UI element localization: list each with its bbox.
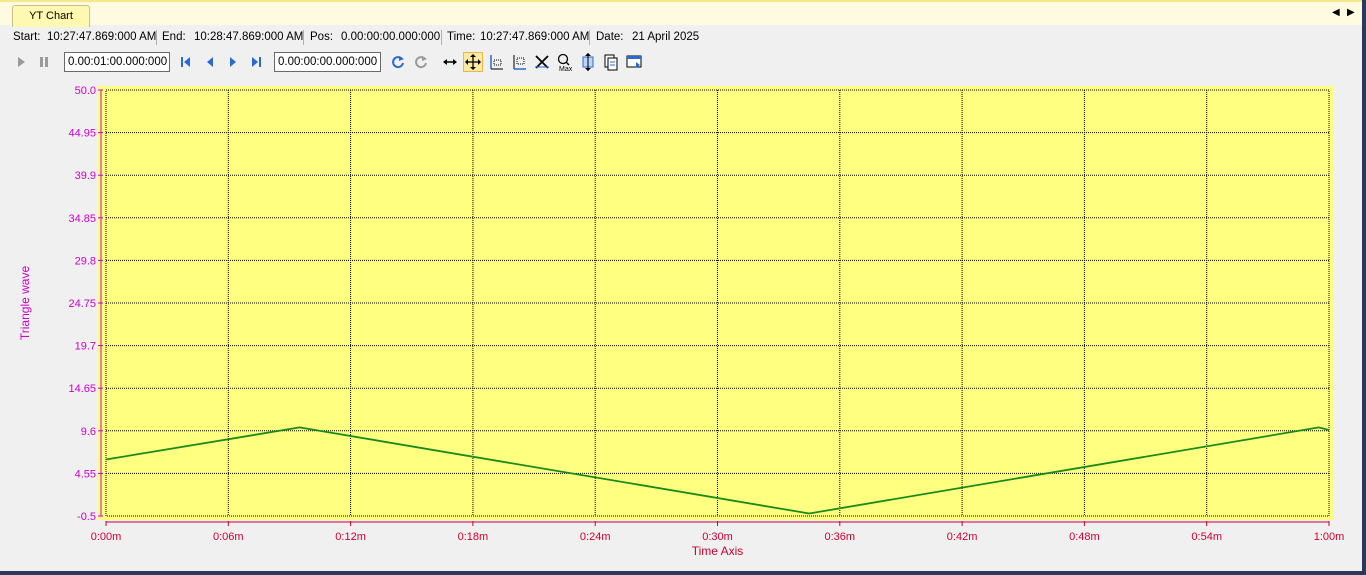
move-icon[interactable] <box>463 52 483 72</box>
x-axis-label: Time Axis <box>692 544 744 558</box>
x-tick-label: 0:48m <box>1069 531 1100 543</box>
x-tick-label: 0:36m <box>825 531 856 543</box>
x-tick-label: 0:18m <box>458 531 489 543</box>
display-width-input[interactable]: 0.00:01:00.000:000 <box>64 52 170 72</box>
pause-icon[interactable] <box>34 52 54 72</box>
time-label: Time: <box>447 31 476 43</box>
y-tick-label: 19.7 <box>75 341 96 353</box>
pan-icon[interactable] <box>440 52 460 72</box>
pos-value: 0.00:00:00.000:000 <box>341 31 441 43</box>
info-bar: Start: 10:27:47.869:000 AM End: 10:28:47… <box>0 26 1362 48</box>
zoom-max-icon[interactable]: Max <box>555 52 575 72</box>
last-icon[interactable] <box>246 52 266 72</box>
end-value: 10:28:47.869:000 AM <box>194 31 304 43</box>
x-tick-label: 0:30m <box>702 531 733 543</box>
time-value: 10:27:47.869:000 AM <box>480 31 590 43</box>
x-tick-label: 0:42m <box>947 531 978 543</box>
x-axis: 0:00m 0:06m 0:12m 0:18m 0:24m 0:30m 0:36m 0:42m… <box>91 521 1345 543</box>
reset-icon[interactable] <box>388 52 408 72</box>
zoom-y-icon[interactable] <box>509 52 529 72</box>
next-icon[interactable] <box>223 52 243 72</box>
y-tick-label: -0.5 <box>77 511 96 523</box>
copy-icon[interactable] <box>601 52 621 72</box>
x-tick-label: 0:54m <box>1191 531 1222 543</box>
svg-text:Max: Max <box>559 66 573 72</box>
toolbar: 0.00:01:00.000:000 0.00:00:00.000:000 Ma… <box>0 50 1362 74</box>
x-tick-label: 0:00m <box>91 531 122 543</box>
tab-yt-chart[interactable]: YT Chart <box>12 5 90 27</box>
position-input[interactable]: 0.00:00:00.000:000 <box>274 52 381 72</box>
y-tick-label: 34.85 <box>68 213 96 225</box>
fit-icon[interactable] <box>578 52 598 72</box>
redo-icon[interactable] <box>411 52 431 72</box>
export-icon[interactable] <box>624 52 644 72</box>
prev-icon[interactable] <box>200 52 220 72</box>
y-tick-label: 14.65 <box>68 383 96 395</box>
x-tick-label: 1:00m <box>1314 531 1345 543</box>
y-tick-label: 4.55 <box>75 468 96 480</box>
x-tick-label: 0:12m <box>335 531 366 543</box>
start-label: Start: <box>13 31 41 43</box>
y-tick-label: 29.8 <box>75 255 96 267</box>
x-tick-label: 0:24m <box>580 531 611 543</box>
yt-chart[interactable]: -0.5 4.55 9.6 14.65 19.7 24.75 29.8 34.85 39.9 44… <box>0 76 1362 568</box>
delete-icon[interactable] <box>532 52 552 72</box>
x-tick-label: 0:06m <box>213 531 244 543</box>
y-tick-label: 9.6 <box>81 426 96 438</box>
date-value: 21 April 2025 <box>632 31 700 43</box>
end-label: End: <box>162 31 186 43</box>
tab-scroll-right-icon[interactable]: ▶ <box>1347 7 1355 18</box>
yt-chart-window: YT Chart ◀ ▶ Start: 10:27:47.869:000 AM … <box>0 0 1366 575</box>
y-axis-label: Triangle wave <box>18 266 32 341</box>
date-label: Date: <box>596 31 624 43</box>
start-value: 10:27:47.869:000 AM <box>47 31 157 43</box>
pos-label: Pos: <box>310 31 334 43</box>
zoom-x-icon[interactable] <box>486 52 506 72</box>
plot-area[interactable] <box>98 86 1333 520</box>
first-icon[interactable] <box>176 52 196 72</box>
y-tick-label: 44.95 <box>68 128 96 140</box>
y-tick-label: 50.0 <box>75 85 96 97</box>
tab-bar: YT Chart ◀ ▶ <box>0 0 1362 27</box>
y-axis: -0.5 4.55 9.6 14.65 19.7 24.75 29.8 34.85 39.9 44… <box>68 85 103 523</box>
y-tick-label: 24.75 <box>68 298 96 310</box>
tab-scroll-left-icon[interactable]: ◀ <box>1332 7 1340 18</box>
y-tick-label: 39.9 <box>75 170 96 182</box>
play-icon[interactable] <box>11 52 31 72</box>
